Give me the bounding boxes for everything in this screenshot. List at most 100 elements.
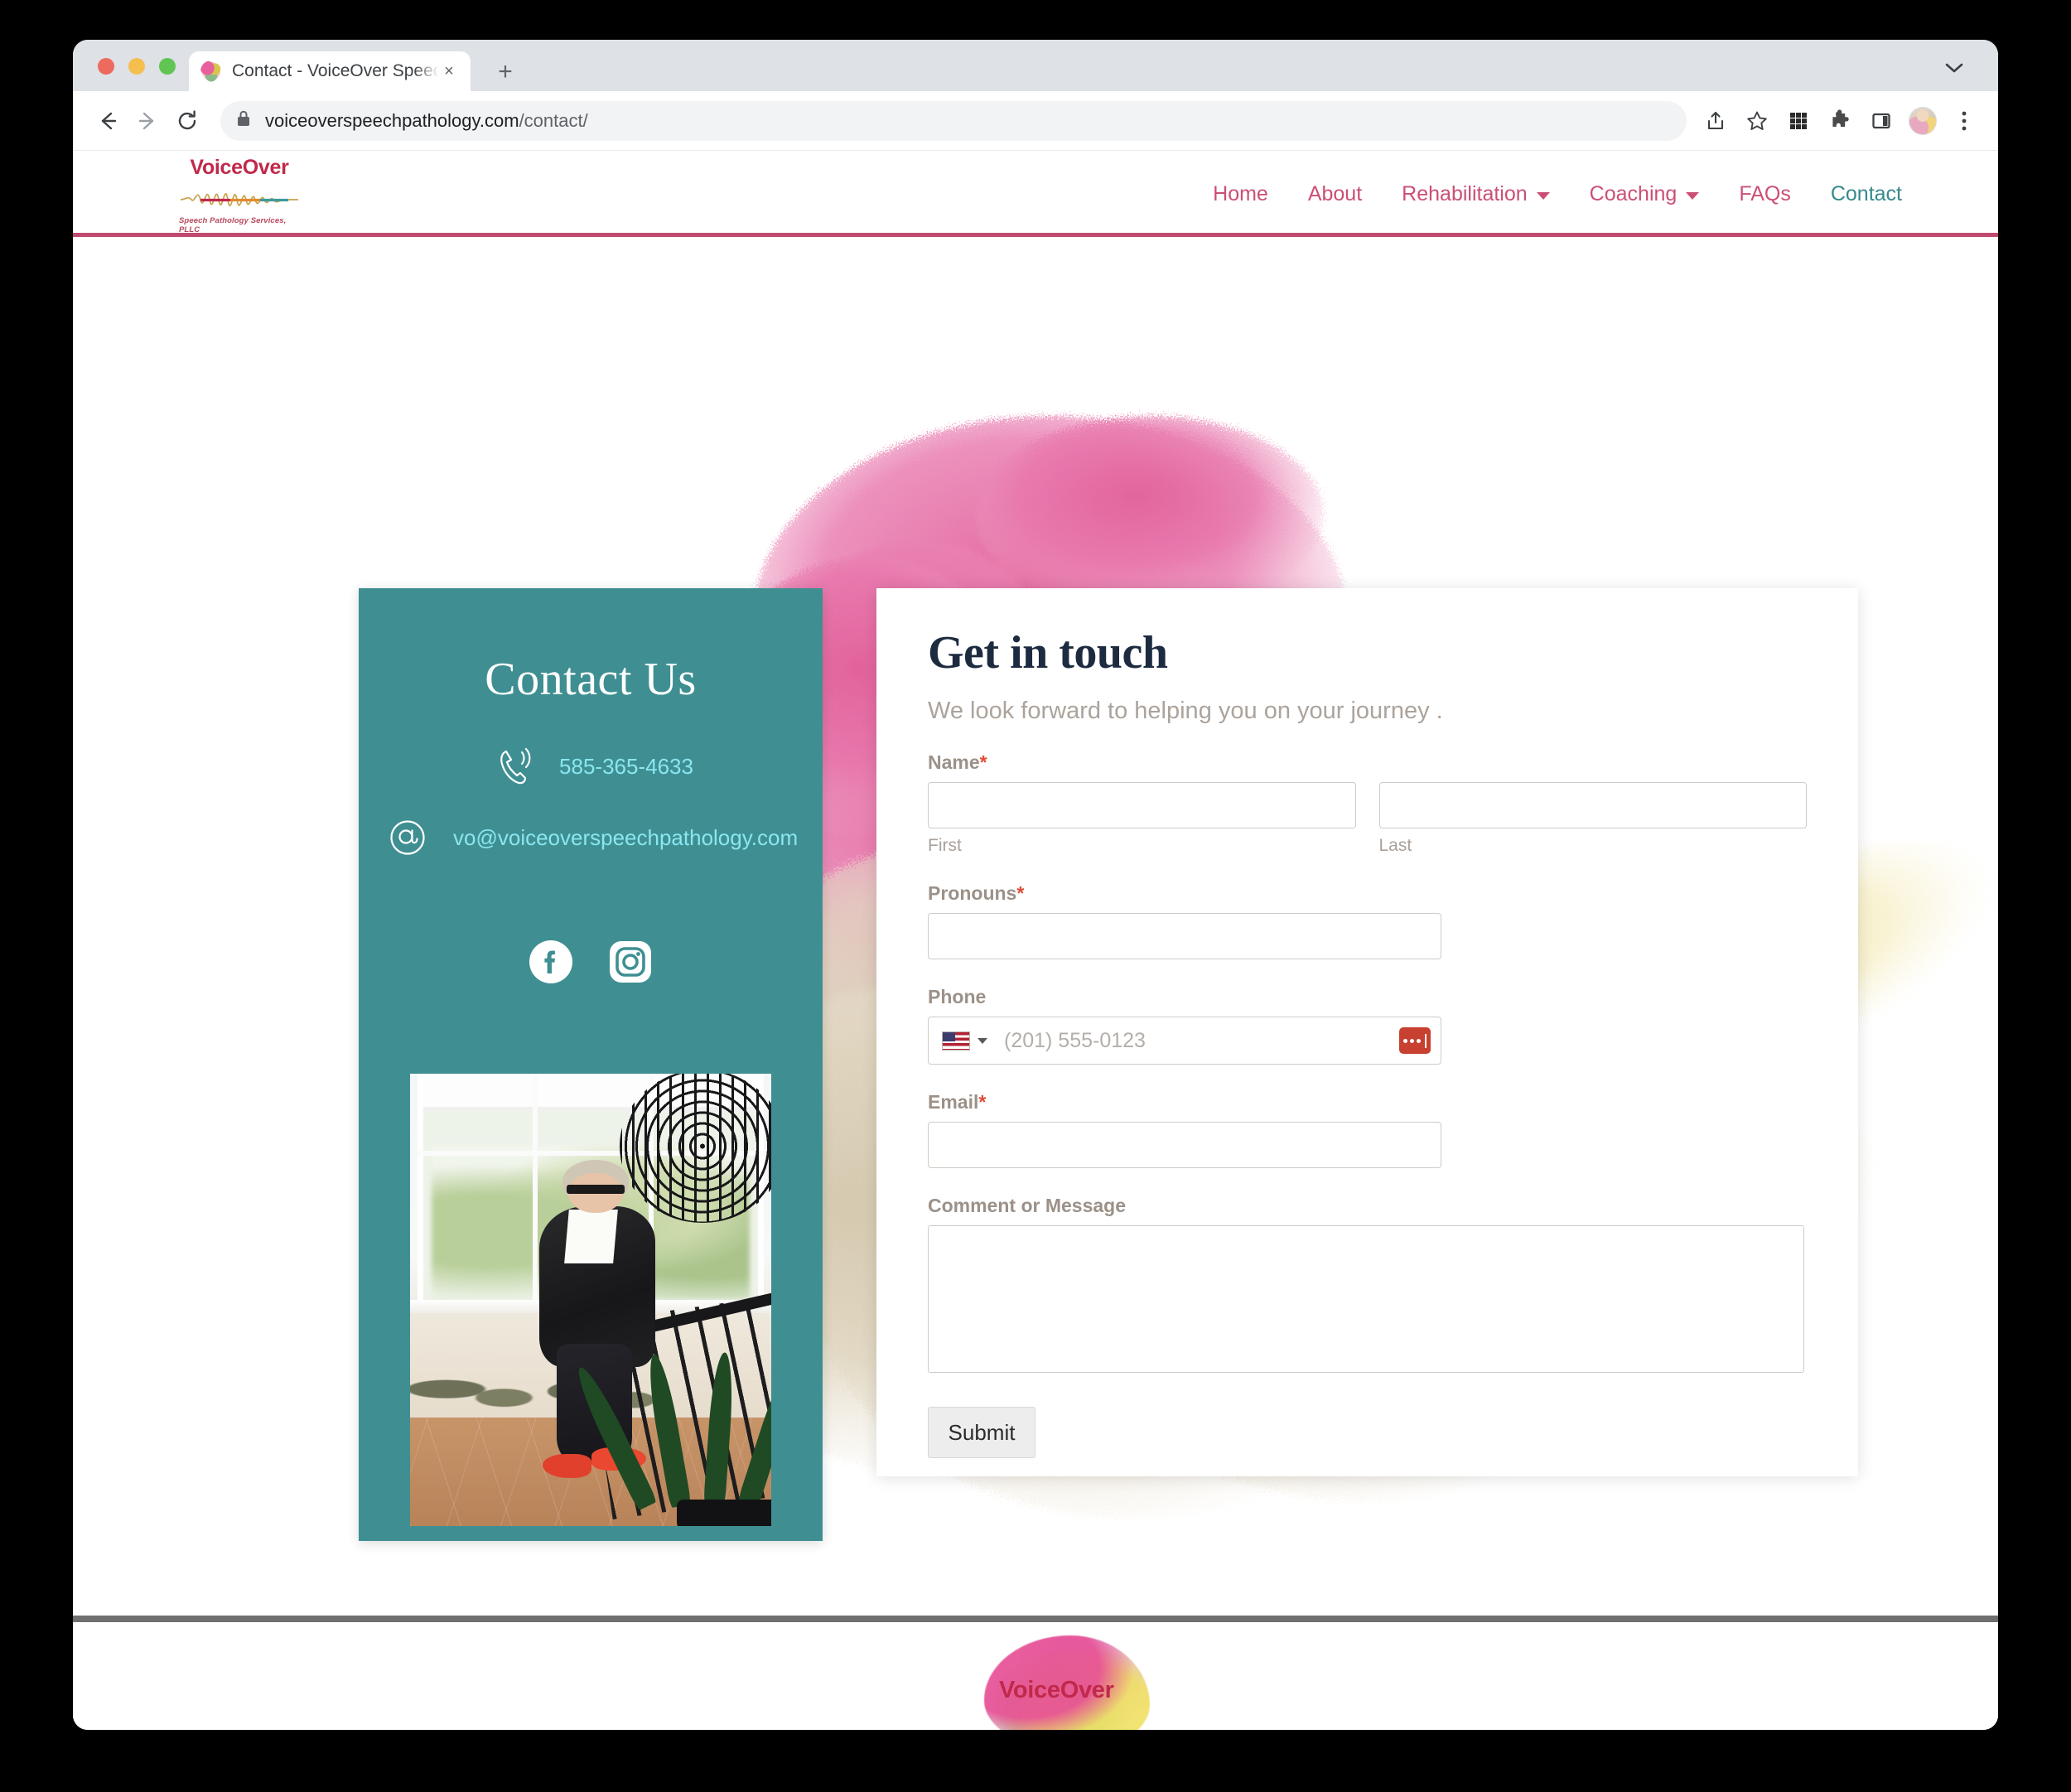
- required-asterisk: *: [979, 751, 987, 773]
- nav-item-about[interactable]: About: [1288, 182, 1382, 206]
- facebook-icon[interactable]: [529, 939, 573, 984]
- profile-avatar[interactable]: [1904, 102, 1942, 140]
- contact-card-title: Contact Us: [485, 654, 697, 705]
- phone-placeholder: (201) 555-0123: [1004, 1028, 1146, 1052]
- nav-label: Rehabilitation: [1402, 181, 1528, 205]
- chevron-down-icon: [1536, 191, 1550, 200]
- name-label-text: Name: [928, 751, 980, 773]
- message-label: Comment or Message: [928, 1195, 1127, 1216]
- browser-tab[interactable]: Contact - VoiceOver Speech Pa ×: [189, 51, 471, 91]
- us-flag-icon[interactable]: [942, 1031, 970, 1051]
- url-path: /contact/: [519, 109, 588, 131]
- form-subtitle: We look forward to helping you on your j…: [928, 698, 1443, 724]
- name-field-group: Name* First Last: [928, 751, 1807, 856]
- nav-item-coaching[interactable]: Coaching: [1570, 182, 1720, 206]
- pronouns-input[interactable]: [928, 913, 1441, 959]
- lock-icon: [235, 109, 253, 133]
- minimize-window-button[interactable]: [128, 58, 145, 75]
- phone-field-group: Phone (201) 555-0123: [928, 986, 1807, 1065]
- phone-label-text: Phone: [928, 986, 987, 1007]
- new-tab-button[interactable]: +: [491, 58, 519, 86]
- phone-row: 585-365-4633: [359, 746, 823, 787]
- nav-label: Coaching: [1589, 181, 1678, 205]
- phone-ringing-icon: [496, 746, 534, 787]
- last-name-input[interactable]: [1378, 782, 1807, 828]
- social-links: [359, 939, 823, 984]
- email-input[interactable]: [928, 1122, 1441, 1168]
- email-field-group: Email*: [928, 1091, 1807, 1168]
- first-name-input[interactable]: [928, 782, 1356, 828]
- bookmark-star-icon[interactable]: [1738, 102, 1776, 140]
- nav-label: Home: [1213, 181, 1268, 205]
- footer-logo[interactable]: VoiceOver: [976, 1635, 1191, 1730]
- first-name-sublabel: First: [928, 836, 962, 855]
- required-asterisk: *: [978, 1091, 987, 1113]
- logo-waveform-icon: [179, 178, 300, 216]
- at-sign-icon: [389, 819, 427, 857]
- close-window-button[interactable]: [98, 58, 114, 75]
- tab-title: Contact - VoiceOver Speech Pa: [232, 61, 439, 80]
- message-field-group: Comment or Message: [928, 1195, 1807, 1377]
- footer-logo-wordmark: VoiceOver: [999, 1677, 1114, 1703]
- browser-window: Contact - VoiceOver Speech Pa × +: [73, 40, 1998, 1730]
- more-menu-icon[interactable]: [1945, 102, 1983, 140]
- email-label: Email*: [928, 1091, 1807, 1113]
- share-icon[interactable]: [1697, 102, 1735, 140]
- back-button[interactable]: [88, 101, 128, 141]
- submit-button[interactable]: Submit: [928, 1407, 1036, 1458]
- phone-label: Phone: [928, 986, 1807, 1008]
- logo-wordmark: VoiceOver: [190, 156, 289, 179]
- site-footer: VoiceOver: [73, 1622, 1998, 1730]
- maximize-window-button[interactable]: [159, 58, 176, 75]
- email-row: vo@voiceoverspeechpathology.com: [359, 819, 823, 857]
- browser-toolbar: voiceoverspeechpathology.com/contact/: [73, 91, 1998, 151]
- url-text: voiceoverspeechpathology.com/contact/: [265, 110, 588, 132]
- phone-link[interactable]: 585-365-4633: [559, 754, 693, 780]
- email-link[interactable]: vo@voiceoverspeechpathology.com: [453, 825, 798, 851]
- country-select-chevron-icon[interactable]: [978, 1037, 987, 1044]
- phone-input-wrapper[interactable]: (201) 555-0123: [928, 1017, 1441, 1065]
- extensions-puzzle-icon[interactable]: [1821, 102, 1859, 140]
- nav-label: About: [1307, 181, 1363, 205]
- tab-strip: Contact - VoiceOver Speech Pa × +: [73, 40, 1998, 91]
- name-label: Name*: [928, 751, 1807, 774]
- nav-label: Contact: [1830, 181, 1902, 205]
- pronouns-label-text: Pronouns: [928, 882, 1017, 904]
- reload-button[interactable]: [167, 101, 207, 141]
- form-title: Get in touch: [928, 627, 1168, 679]
- chevron-down-icon: [1686, 191, 1700, 200]
- nav-item-home[interactable]: Home: [1193, 182, 1288, 206]
- nav-item-faqs[interactable]: FAQs: [1719, 182, 1811, 206]
- nav-item-contact[interactable]: Contact: [1811, 182, 1922, 206]
- url-domain: voiceoverspeechpathology.com: [265, 109, 519, 131]
- apps-grid-icon[interactable]: [1779, 102, 1818, 140]
- side-panel-icon[interactable]: [1862, 102, 1900, 140]
- site-header: VoiceOver Speech Pathology Services, PLL…: [73, 151, 1998, 237]
- pronouns-field-group: Pronouns*: [928, 882, 1807, 959]
- nav-item-rehabilitation[interactable]: Rehabilitation: [1382, 182, 1570, 206]
- footer-divider: [73, 1616, 1998, 1622]
- toolbar-icon-group: [1697, 102, 1983, 140]
- pronouns-label: Pronouns*: [928, 882, 1807, 905]
- last-name-sublabel: Last: [1378, 836, 1412, 855]
- logo-tagline: Speech Pathology Services, PLLC: [179, 216, 287, 234]
- contact-us-card: Contact Us 585-365-4633 vo@voiceoverspee…: [359, 588, 823, 1541]
- portrait-photo: [410, 1074, 771, 1526]
- nav-label: FAQs: [1739, 181, 1791, 205]
- close-tab-icon[interactable]: ×: [439, 61, 459, 81]
- footer-waveform-icon: [996, 1707, 1137, 1730]
- email-label-text: Email: [928, 1091, 979, 1113]
- required-asterisk: *: [1016, 882, 1025, 904]
- contact-form-card: Get in touch We look forward to helping …: [876, 588, 1858, 1476]
- window-controls: [98, 58, 176, 75]
- forward-button[interactable]: [128, 101, 167, 141]
- instagram-icon[interactable]: [608, 939, 653, 984]
- message-textarea[interactable]: [928, 1225, 1804, 1373]
- tab-favicon-icon: [200, 60, 222, 82]
- address-bar[interactable]: voiceoverspeechpathology.com/contact/: [220, 100, 1687, 141]
- page-content: VoiceOver Speech Pathology Services, PLL…: [73, 151, 1998, 1730]
- autofill-icon[interactable]: [1399, 1027, 1431, 1054]
- site-nav: Home About Rehabilitation Coaching FAQs …: [1193, 151, 1922, 237]
- site-logo[interactable]: VoiceOver Speech Pathology Services, PLL…: [179, 156, 300, 235]
- chevron-down-icon[interactable]: [1942, 60, 1967, 76]
